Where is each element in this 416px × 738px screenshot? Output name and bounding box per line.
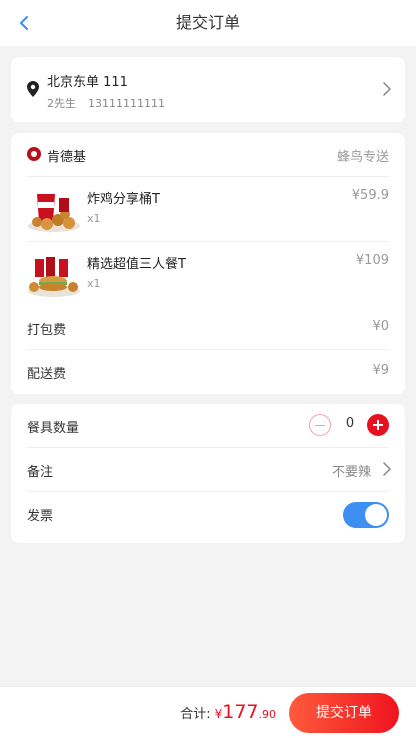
tableware-count: 0 [345,416,355,431]
tableware-label: 餐具数量 [27,421,80,436]
item-quantity: x1 [87,212,101,225]
item-name: 炸鸡分享桶T [87,192,160,207]
total-integer: 177 [222,701,259,723]
delivery-fee-row: 配送费 ¥9 [11,350,405,394]
address-line: 北京东单 111 [47,75,128,90]
total-decimal: .90 [258,708,277,721]
list-item: 精选超值三人餐T x1 ¥109 [11,241,405,306]
invoice-label: 发票 [27,509,54,524]
delivery-type: 蜂鸟专送 [336,150,389,165]
order-card: 肯德基 蜂鸟专送 炸鸡分享桶T x1 ¥59.9 精选超值三人餐T x1 ¥10… [11,133,405,394]
page-title: 提交订单 [175,13,240,32]
address-card[interactable]: 北京东单 111 2先生 13111111111 [11,57,405,122]
item-quantity: x1 [87,277,101,290]
item-price: ¥59.9 [351,188,389,203]
packing-fee-label: 打包费 [27,323,67,338]
delivery-fee-value: ¥9 [372,363,389,378]
address-contact: 2先生 13111111111 [47,95,177,111]
bucket-thumbnail-icon [28,194,80,232]
remark-row[interactable]: 备注 不要辣 [11,448,405,492]
invoice-row: 发票 [11,492,405,536]
packing-fee-row: 打包费 ¥0 [11,306,405,350]
list-item: 炸鸡分享桶T x1 ¥59.9 [11,176,405,241]
options-card: 餐具数量 0 备注 不要辣 发票 [11,404,405,543]
packing-fee-value: ¥0 [372,319,389,334]
invoice-toggle[interactable] [343,502,389,528]
remark-value: 不要辣 [331,465,371,480]
chevron-right-icon [383,462,391,480]
contact-phone: 13111111111 [88,97,165,110]
item-price: ¥109 [355,253,389,268]
tableware-row: 餐具数量 0 [11,404,405,448]
plus-icon[interactable] [367,414,389,436]
checkout-bar: 合计: ¥ 177 .90 提交订单 [0,686,416,738]
total-label: 合计: [180,707,211,722]
chevron-right-icon [383,82,391,100]
contact-name: 2先生 [47,97,76,110]
location-pin-icon [27,81,39,101]
shop-header: 肯德基 蜂鸟专送 [11,133,405,176]
kfc-logo-icon [27,147,41,161]
total-currency: ¥ [214,707,223,721]
item-name: 精选超值三人餐T [87,257,186,272]
toggle-knob [365,504,387,526]
order-total: 合计: ¥ 177 .90 [180,701,276,723]
shop-name: 肯德基 [47,150,87,165]
minus-icon[interactable] [309,414,331,436]
remark-label: 备注 [27,465,54,480]
tableware-stepper: 0 [309,414,389,438]
submit-order-button[interactable]: 提交订单 [289,693,399,733]
combo-thumbnail-icon [28,257,80,297]
navbar: 提交订单 [0,0,416,46]
delivery-fee-label: 配送费 [27,367,67,382]
